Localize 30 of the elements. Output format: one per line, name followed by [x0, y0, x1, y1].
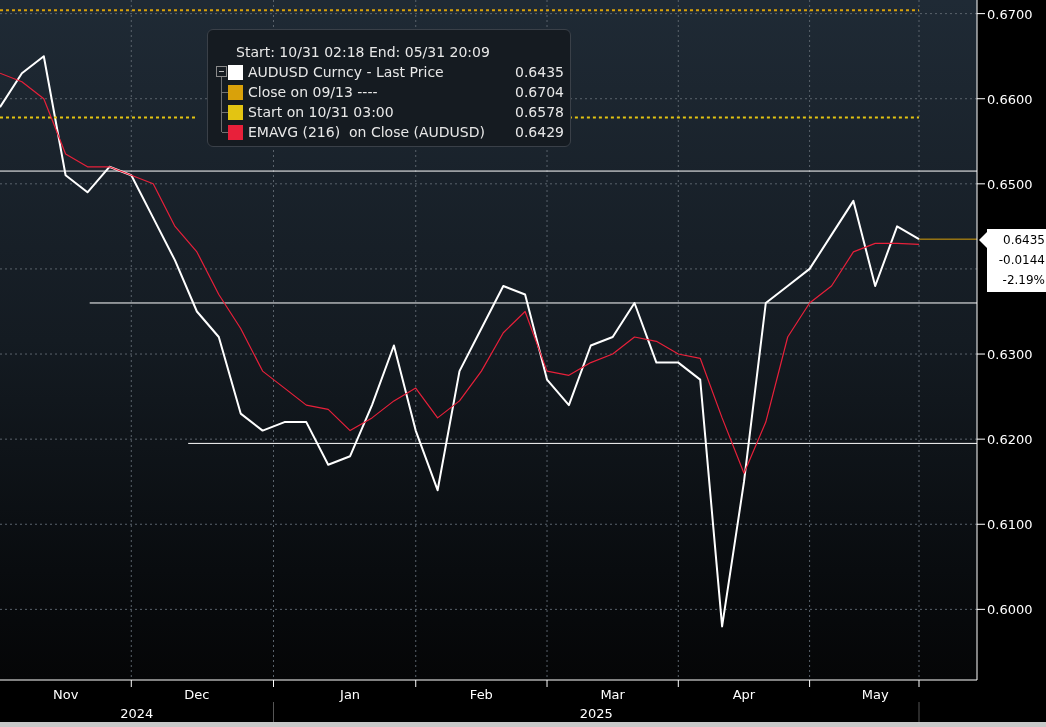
legend-label: Close on 09/13 ----	[248, 83, 378, 102]
current-price: 0.6435	[1003, 232, 1045, 249]
axis-label: 0.6300	[987, 347, 1033, 363]
legend-label: Start on 10/31 03:00	[248, 103, 394, 122]
axis-label: 0.6500	[987, 176, 1033, 192]
axis-label: Jan	[340, 687, 361, 702]
axis-label: Apr	[732, 687, 756, 702]
price-change: -0.0144	[998, 252, 1045, 269]
year-label: 2025	[579, 706, 613, 721]
legend-value: 0.6435	[515, 63, 564, 82]
year-label: 2024	[120, 706, 154, 721]
axis-label: 0.6100	[987, 517, 1033, 533]
legend-value: 0.6578	[515, 103, 564, 122]
legend-label: EMAVG (216) on Close (AUDUSD)	[248, 123, 485, 142]
axis-label: May	[861, 687, 889, 702]
percent-change: -2.19%	[1002, 272, 1045, 289]
axis-label: 0.6700	[987, 6, 1033, 22]
axis-label: Mar	[600, 687, 625, 702]
axis-label: Dec	[184, 687, 210, 702]
legend-label: AUDUSD Curncy - Last Price	[248, 63, 444, 82]
last-price-marker	[918, 238, 978, 240]
axis-label: Nov	[52, 687, 79, 702]
legend-value: 0.6429	[515, 123, 564, 142]
axis-label: 0.6200	[987, 432, 1033, 448]
axis-label: 0.6000	[987, 602, 1033, 618]
axis-label: 0.6600	[987, 91, 1033, 107]
legend-header: Start: 10/31 02:18 End: 05/31 20:09	[235, 43, 491, 62]
legend-value: 0.6704	[515, 83, 564, 102]
collapse-icon[interactable]	[216, 66, 227, 77]
axis-label: Feb	[469, 687, 493, 702]
